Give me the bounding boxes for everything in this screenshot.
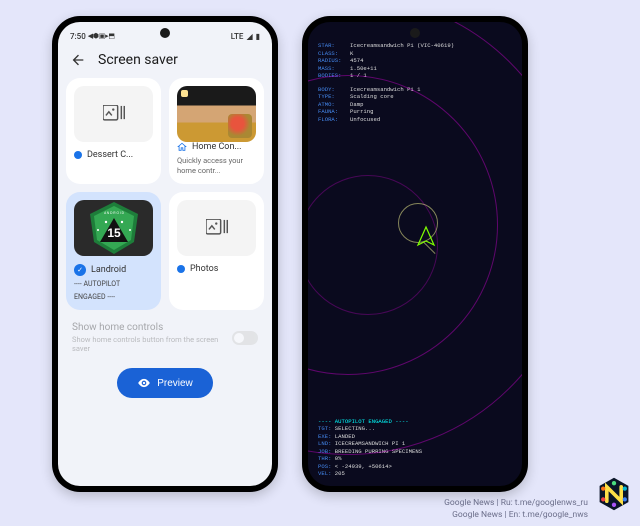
image-placeholder-icon [206,219,228,237]
label-dessert: Dessert C... [87,150,133,160]
camera-cutout [410,28,420,38]
radio-photos [177,265,185,273]
preview-label: Preview [157,378,193,389]
sub-landroid-1: ---- AUTOPILOT [74,280,153,289]
desc-home: Quickly access your home contr... [177,156,256,176]
sub-landroid-2: ENGAGED ---- [74,293,153,302]
setting-title: Show home controls [72,322,232,333]
battery-icon: ▮ [256,32,260,41]
thumb-home [177,86,256,142]
lte-label: LTE [231,32,244,41]
n-logo-icon [596,476,632,512]
status-indicator-icons: ◀ ⬢ ▣ ▸ ⬒ [88,32,114,40]
footer-credits: Google News | Ru: t.me/googlenws_ru Goog… [444,498,588,522]
eye-icon [137,376,151,390]
card-home-controls[interactable]: Home Con... Quickly access your home con… [169,78,264,184]
page-title: Screen saver [98,52,178,68]
svg-text:A N D R O I D: A N D R O I D [104,211,125,215]
preview-button[interactable]: Preview [117,368,213,398]
phone-right: STAR:Icecreamsandwich Pi (VIC-40619) CLA… [302,16,528,492]
setting-desc: Show home controls button from the scree… [72,335,232,355]
terminal-readout: STAR:Icecreamsandwich Pi (VIC-40619) CLA… [308,22,522,486]
thumb-dessert [74,86,153,142]
landroid-badge-icon: A N D R O I D 15 [84,200,144,256]
camera-cutout [160,28,170,38]
card-landroid[interactable]: A N D R O I D 15 ✓ Landroid ---- AUTOPIL… [66,192,161,310]
radio-dessert [74,151,82,159]
space-visualization [318,135,512,405]
card-dessert-case[interactable]: Dessert C... [66,78,161,184]
card-photos[interactable]: Photos [169,192,264,310]
radio-landroid-selected: ✓ [74,264,86,276]
label-landroid: Landroid [91,265,126,275]
footer-line-2: Google News | En: t.me/google_nws [444,510,588,522]
home-icon [177,142,187,152]
thumb-photos [177,200,256,256]
phone-left: 7:50 ◀ ⬢ ▣ ▸ ⬒ LTE ◢ ▮ Screen saver [52,16,278,492]
signal-icon: ◢ [246,32,252,41]
label-home: Home Con... [192,142,242,152]
back-icon[interactable] [70,52,86,68]
toggle-home-controls[interactable] [232,331,258,345]
thumb-landroid: A N D R O I D 15 [74,200,153,256]
setting-show-home-controls: Show home controls Show home controls bu… [58,310,272,363]
svg-text:15: 15 [107,226,121,240]
label-photos: Photos [190,264,218,274]
footer-line-1: Google News | Ru: t.me/googlenws_ru [444,498,588,510]
status-time: 7:50 [70,32,86,41]
ship-icon [414,225,438,249]
image-placeholder-icon [103,105,125,123]
